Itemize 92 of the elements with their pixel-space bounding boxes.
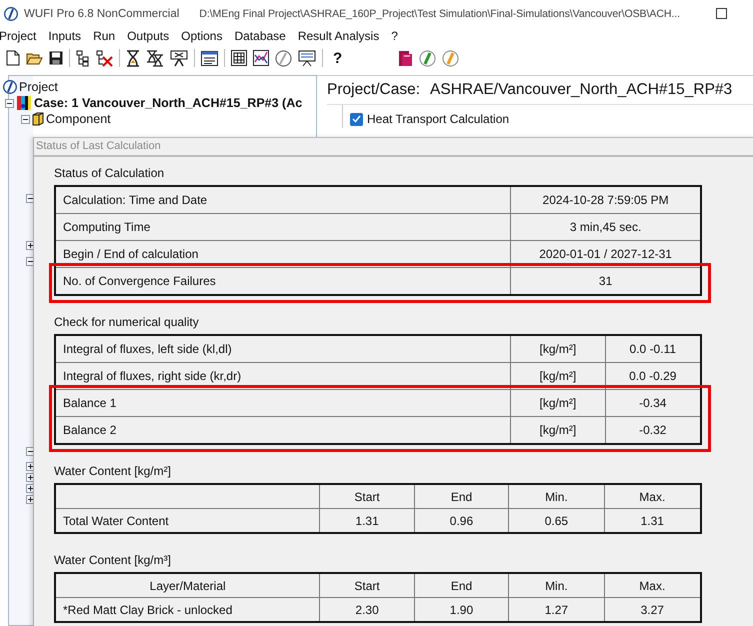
expand-icon[interactable] (26, 484, 35, 493)
app-logo-icon (4, 6, 18, 20)
tree-item[interactable]: Component (46, 112, 111, 126)
tree-delete-icon[interactable] (96, 50, 113, 66)
menu-item[interactable]: Options (175, 29, 228, 43)
menu-item[interactable]: Database (228, 29, 292, 43)
tree-icon[interactable] (76, 50, 90, 66)
help-button[interactable]: ? (329, 50, 346, 66)
hourglass-icon[interactable] (126, 50, 140, 66)
table-cell: 31 (510, 268, 700, 294)
book-icon[interactable] (398, 50, 414, 66)
table-cell-text: No. of Convergence Failures (62, 273, 217, 290)
column-header: Start (319, 485, 414, 508)
table-cell: 0.0 -0.11 (604, 336, 700, 362)
window-title: WUFI Pro 6.8 NonCommercial (24, 8, 180, 20)
expand-icon[interactable] (26, 473, 35, 482)
maximize-icon[interactable] (716, 8, 727, 19)
new-file-icon[interactable] (6, 50, 20, 66)
column-header: End (414, 574, 508, 597)
menu-item[interactable]: Outputs (121, 29, 176, 43)
hourglass-multi-icon[interactable] (146, 50, 164, 66)
collapse-icon[interactable] (26, 194, 35, 203)
table-cell: 3.27 (604, 598, 700, 621)
collapse-icon[interactable] (26, 257, 35, 266)
table-cell: 1.31 (319, 509, 414, 532)
section-title: Status of Calculation (54, 165, 164, 181)
save-icon[interactable] (49, 51, 63, 65)
section-title: Check for numerical quality (54, 314, 199, 330)
table-cell: [kg/m²] (510, 390, 605, 416)
checkbox-label: Heat Transport Calculation (367, 112, 510, 126)
table-cell: [kg/m²] (510, 336, 605, 362)
table-icon[interactable] (201, 50, 218, 66)
section-title: Water Content [kg/m²] (54, 463, 171, 479)
tree-item[interactable]: Project (19, 80, 58, 94)
table-cell-text: Integral of fluxes, left side (kl,dl) (62, 341, 233, 358)
case-icon (16, 95, 32, 111)
case-name: ASHRAE/Vancouver_North_ACH#15_RP#3 (430, 81, 732, 99)
circle-icon[interactable] (275, 50, 292, 66)
column-header: End (414, 485, 508, 508)
open-folder-icon[interactable] (26, 50, 43, 66)
table-cell: 0.96 (414, 509, 508, 532)
table-cell-text: Calculation: Time and Date (62, 192, 208, 209)
component-icon (32, 112, 44, 126)
table-cell-text: Total Water Content (62, 512, 170, 530)
collapse-icon[interactable] (5, 98, 14, 108)
table-cell: [kg/m²] (510, 417, 605, 443)
table-cell-text: Integral of fluxes, right side (kr,dr) (62, 368, 242, 385)
table-cell: 2024-10-28 7:59:05 PM (510, 187, 700, 213)
table-cell: 0.65 (508, 509, 604, 532)
collapse-icon[interactable] (21, 114, 30, 124)
slash-circle-icon[interactable] (442, 50, 460, 66)
expand-icon[interactable] (26, 495, 35, 504)
column-header: Min. (508, 574, 604, 597)
case-label: Project/Case: (327, 81, 420, 99)
column-header: Max. (604, 485, 700, 508)
column-header: Start (319, 574, 414, 597)
table-cell: 2020-01-01 / 2027-12-31 (510, 241, 700, 267)
menu-item[interactable]: Run (87, 29, 122, 43)
table-cell: 3 min,45 sec. (510, 214, 700, 240)
collapse-icon[interactable] (26, 447, 35, 456)
section-title: Water Content [kg/m³] (54, 552, 171, 568)
dialog-title: Status of Last Calculation (36, 139, 161, 154)
column-header: Max. (604, 574, 700, 597)
menu-item[interactable]: ? (385, 29, 404, 43)
menu-item[interactable]: Project (0, 29, 42, 43)
table-cell: 1.31 (604, 509, 700, 532)
table-cell: 1.27 (508, 598, 604, 621)
table-cell: [kg/m²] (510, 363, 605, 389)
menu-item[interactable]: Result Analysis (292, 29, 386, 43)
expand-icon[interactable] (26, 462, 35, 471)
table-cell: -0.34 (604, 390, 700, 416)
expand-icon[interactable] (26, 241, 35, 250)
menu-item[interactable]: Inputs (42, 29, 88, 43)
table-cell: -0.32 (604, 417, 700, 443)
table-cell: 0.0 -0.29 (604, 363, 700, 389)
checkbox[interactable] (350, 112, 363, 126)
table-cell: 1.90 (414, 598, 508, 621)
table-cell-text: Computing Time (62, 219, 152, 236)
tree-item[interactable]: Case: 1 Vancouver_North_ACH#15_RP#3 (Ac (34, 96, 302, 110)
file-path: D:\MEng Final Project\ASHRAE_160P_Project\Test Simulation\Final-Simulations\Vancouver\OSB\ACH... (199, 8, 680, 20)
column-header: Layer/Material (148, 578, 227, 594)
grid-icon[interactable] (231, 50, 247, 66)
column-header: Min. (508, 485, 604, 508)
monitor-icon[interactable] (298, 50, 316, 66)
slash-circle-icon[interactable] (419, 50, 436, 66)
table-cell-text: Balance 2 (62, 422, 118, 439)
table-cell: 2.30 (319, 598, 414, 621)
chart-icon[interactable] (253, 50, 269, 66)
table-cell-text: Begin / End of calculation (62, 246, 200, 263)
hourglass-stop-icon[interactable] (170, 50, 188, 66)
table-cell-text: *Red Matt Clay Brick - unlocked (62, 602, 234, 618)
table-cell-text: Balance 1 (62, 395, 118, 412)
